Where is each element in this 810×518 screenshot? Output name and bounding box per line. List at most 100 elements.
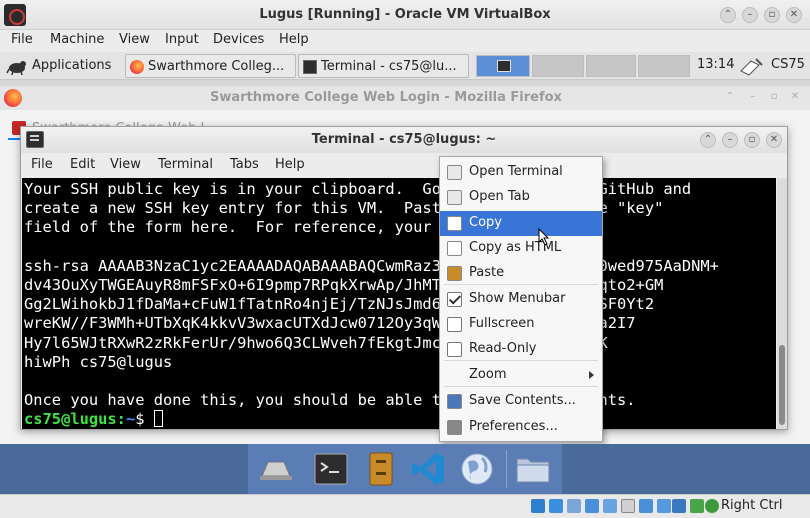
submenu-arrow-icon (589, 371, 594, 379)
hard-disk-icon[interactable] (531, 499, 545, 513)
firefox-icon (4, 89, 22, 107)
menu-item-open-tab[interactable]: Open Tab (440, 185, 602, 210)
network-adapter-icon[interactable] (585, 499, 599, 513)
workspace-4[interactable] (638, 55, 690, 77)
menu-item-label: Open Terminal (469, 164, 563, 179)
firefox-icon (130, 60, 144, 74)
menu-item-label: Show Menubar (469, 291, 566, 306)
menu-separator (444, 360, 598, 361)
mouse-integration-icon[interactable] (690, 499, 704, 513)
workspace-1[interactable] (476, 55, 530, 77)
folder-icon[interactable] (514, 450, 552, 488)
menu-help[interactable]: Help (279, 32, 309, 47)
task-terminal[interactable]: Terminal - cs75@lu... (298, 54, 469, 78)
terminal-output: Your SSH public key is in your clipboard… (24, 180, 776, 429)
show-desktop-icon[interactable] (256, 450, 294, 488)
ff-maximize-button[interactable]: ▫ (766, 90, 782, 106)
applications-label: Applications (32, 58, 112, 73)
prompt-user: cs75@lugus (24, 410, 117, 429)
display-icon[interactable] (639, 499, 653, 513)
mouse-pointer-icon (538, 228, 550, 246)
menu-item-copy[interactable]: Copy (440, 211, 602, 236)
terminal-menu-bar: File Edit View Terminal Tabs Help (21, 153, 787, 177)
preferences-icon (447, 420, 462, 435)
ff-minimize-button[interactable]: – (745, 90, 761, 106)
web-browser-icon[interactable] (458, 450, 496, 488)
paste-icon (447, 266, 462, 281)
applications-menu-button[interactable]: Applications (4, 55, 120, 77)
menu-item-paste[interactable]: Paste (440, 261, 602, 286)
unchecked-checkbox-icon[interactable] (447, 342, 462, 357)
menu-item-label: Fullscreen (469, 316, 535, 331)
term-menu-file[interactable]: File (31, 157, 53, 172)
menu-item-read-only[interactable]: Read-Only (440, 337, 602, 362)
shared-folders-icon[interactable] (621, 499, 635, 513)
user-menu[interactable]: CS75 (771, 57, 805, 72)
save-icon (447, 394, 462, 409)
vbox-title-bar: Lugus [Running] - Oracle VM VirtualBox ⌃… (0, 0, 810, 30)
menu-item-fullscreen[interactable]: Fullscreen (440, 312, 602, 337)
video-capture-icon[interactable] (657, 499, 671, 513)
menu-item-save-contents[interactable]: Save Contents... (440, 389, 602, 414)
menu-item-open-terminal[interactable]: Open Terminal (440, 160, 602, 185)
close-button[interactable]: ✕ (786, 7, 802, 23)
scrollbar-thumb[interactable] (779, 345, 785, 425)
menu-item-zoom[interactable]: Zoom (440, 363, 602, 388)
term-rollup-button[interactable]: ⌃ (700, 132, 716, 148)
ff-close-button[interactable]: ✕ (787, 90, 803, 106)
term-close-button[interactable]: ✕ (766, 132, 782, 148)
clock[interactable]: 13:14 (697, 57, 734, 72)
menu-item-copy-as-html[interactable]: Copy as HTML (440, 236, 602, 261)
menu-item-preferences[interactable]: Preferences... (440, 415, 602, 440)
minimize-button[interactable]: – (742, 7, 758, 23)
vbox-status-bar: Right Ctrl (0, 494, 810, 518)
menu-devices[interactable]: Devices (213, 32, 264, 47)
term-menu-tabs[interactable]: Tabs (230, 157, 259, 172)
term-menu-terminal[interactable]: Terminal (158, 157, 213, 172)
audio-icon[interactable] (567, 499, 581, 513)
menu-machine[interactable]: Machine (50, 32, 104, 47)
vscode-icon[interactable] (410, 450, 448, 488)
ff-rollup-button[interactable]: ⌃ (722, 90, 738, 106)
menu-view[interactable]: View (119, 32, 150, 47)
dock (0, 444, 810, 494)
unchecked-checkbox-icon[interactable] (447, 317, 462, 332)
terminal-title-bar[interactable]: Terminal - cs75@lugus: ~ ⌃ – ▫ ✕ (21, 127, 787, 153)
checked-checkbox-icon[interactable] (447, 292, 462, 307)
menu-item-show-menubar[interactable]: Show Menubar (440, 287, 602, 312)
roll-up-button[interactable]: ⌃ (720, 7, 736, 23)
menu-input[interactable]: Input (165, 32, 199, 47)
optical-drive-icon[interactable] (549, 499, 563, 513)
term-maximize-button[interactable]: ▫ (744, 132, 760, 148)
virtualization-icon[interactable] (672, 499, 686, 513)
terminal-window: Terminal - cs75@lugus: ~ ⌃ – ▫ ✕ File Ed… (20, 126, 788, 430)
task-firefox[interactable]: Swarthmore Colleg... (125, 54, 296, 78)
term-menu-view[interactable]: View (110, 157, 141, 172)
network-icon[interactable] (738, 56, 764, 76)
menu-item-label: Copy (469, 215, 502, 230)
file-manager-icon[interactable] (362, 450, 400, 488)
terminal-screen[interactable]: Your SSH public key is in your clipboard… (22, 178, 776, 429)
terminal-icon[interactable] (312, 450, 350, 488)
new-terminal-icon (447, 165, 462, 180)
vbox-window-title: Lugus [Running] - Oracle VM VirtualBox (259, 7, 551, 22)
menu-item-label: Save Contents... (469, 393, 576, 408)
task-label: Terminal - cs75@lu... (321, 59, 457, 74)
copy-icon (447, 216, 462, 231)
term-minimize-button[interactable]: – (722, 132, 738, 148)
context-menu: Open Terminal Open Tab Copy Copy as HTML Pas… (439, 156, 603, 442)
menu-file[interactable]: File (11, 32, 33, 47)
term-menu-edit[interactable]: Edit (70, 157, 95, 172)
menu-item-label: Open Tab (469, 189, 530, 204)
menu-separator (444, 386, 598, 387)
prompt-symbol: $ (135, 410, 154, 429)
maximize-button[interactable]: ▫ (764, 7, 780, 23)
workspace-2[interactable] (532, 55, 584, 77)
keyboard-capture-icon[interactable] (705, 499, 719, 513)
usb-icon[interactable] (603, 499, 617, 513)
menu-item-label: Zoom (469, 367, 507, 382)
terminal-scrollbar[interactable] (777, 178, 787, 429)
term-menu-help[interactable]: Help (275, 157, 305, 172)
vbox-menu-bar: File Machine View Input Devices Help (0, 30, 810, 52)
workspace-3[interactable] (586, 55, 636, 77)
